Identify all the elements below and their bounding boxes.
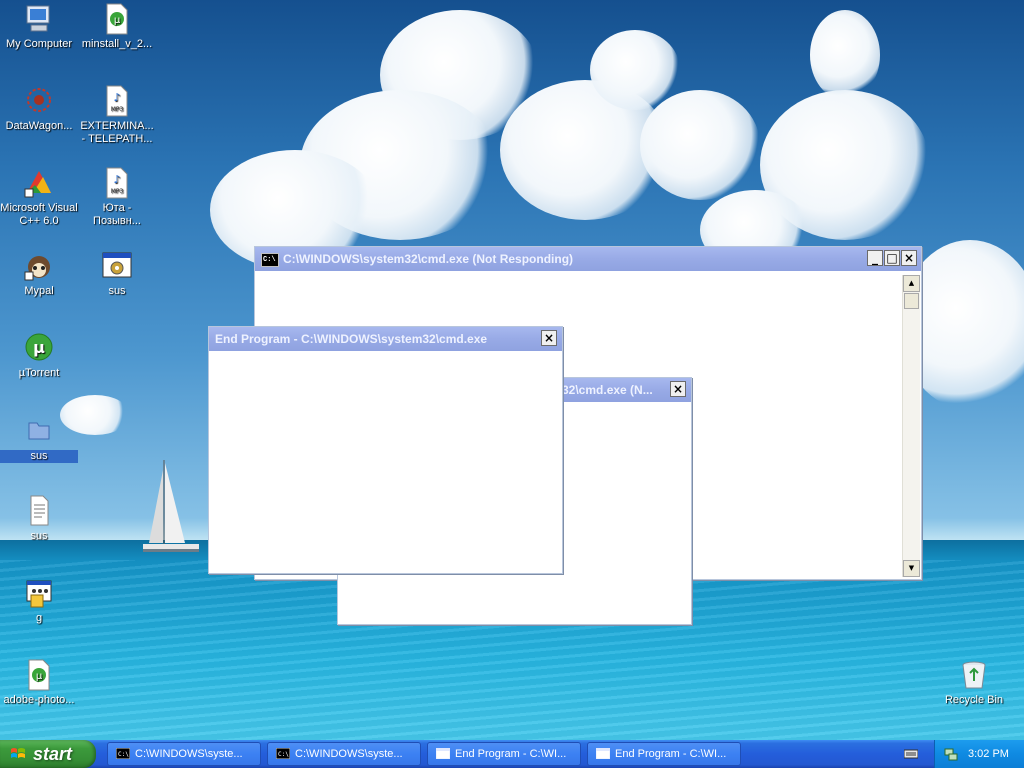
cmd-window-title: C:\WINDOWS\system32\cmd.exe (Not Respond… — [283, 252, 574, 266]
cmd-icon — [261, 248, 279, 271]
svg-text:MP3: MP3 — [111, 106, 124, 113]
end-program-back-title: 32\cmd.exe (N... — [562, 383, 653, 397]
clock[interactable]: 3:02 PM — [968, 740, 1009, 768]
desktop-icon-yuta[interactable]: ♪ MP3 Юта - Позывн... — [78, 167, 156, 228]
cmd-icon: C:\ — [116, 748, 130, 759]
desktop-icon-mypal[interactable]: Mypal — [0, 250, 78, 298]
close-button[interactable]: × — [541, 330, 557, 346]
taskbar-item-end-program-1[interactable]: End Program - C:\WI... — [427, 742, 581, 766]
sailboat-image — [143, 460, 199, 552]
desktop-icon-visual-cpp[interactable]: Microsoft Visual C++ 6.0 — [0, 167, 78, 228]
maximize-button[interactable]: □ — [884, 250, 900, 266]
mp3-file-icon: ♪ MP3 — [101, 85, 133, 117]
system-tray: 3:02 PM — [934, 740, 1024, 768]
desktop-icon-sus-text[interactable]: sus — [0, 495, 78, 543]
taskbar-item-cmd-1[interactable]: C:\ C:\WINDOWS\syste... — [107, 742, 261, 766]
end-program-titlebar[interactable]: End Program - C:\WINDOWS\system32\cmd.ex… — [209, 327, 562, 351]
my-computer-icon — [23, 3, 55, 35]
recycle-bin-icon — [958, 659, 990, 691]
window-icon — [436, 748, 450, 759]
svg-text:C:\: C:\ — [278, 751, 289, 758]
scroll-down-button[interactable]: ▼ — [903, 560, 920, 577]
mp3-file-icon: ♪ MP3 — [101, 167, 133, 199]
svg-text:MP3: MP3 — [111, 188, 124, 195]
application-icon — [101, 250, 133, 282]
desktop-icon-minstall[interactable]: µ minstall_v_2... — [78, 3, 156, 51]
cmd-icon: C:\ — [276, 748, 290, 759]
svg-text:C:\: C:\ — [118, 751, 129, 758]
svg-text:♪: ♪ — [113, 173, 120, 186]
taskbar-item-end-program-2[interactable]: End Program - C:\WI... — [587, 742, 741, 766]
mypal-browser-icon — [23, 250, 55, 282]
windows-logo-icon — [11, 748, 25, 758]
minimize-button[interactable]: _ — [867, 250, 883, 266]
desktop-icon-adobe-photo[interactable]: µ adobe-photo... — [0, 659, 78, 707]
utorrent-icon: µ — [23, 332, 55, 364]
desktop-icon-exterminatus[interactable]: ♪ MP3 EXTERMINA... - TELEPATH... — [78, 85, 156, 146]
taskbar: start C:\ C:\WINDOWS\syste... C:\ C:\WIN… — [0, 740, 1024, 768]
start-label: start — [33, 744, 73, 764]
datawagon-icon — [23, 85, 55, 117]
close-button[interactable]: × — [670, 381, 686, 397]
utorrent-file-icon: µ — [23, 659, 55, 691]
keyboard-icon[interactable] — [904, 747, 918, 759]
scroll-thumb[interactable] — [904, 293, 919, 309]
scroll-up-button[interactable]: ▲ — [903, 275, 920, 292]
network-icon[interactable] — [943, 746, 959, 762]
desktop-icon-sus-app[interactable]: sus — [78, 250, 156, 298]
end-program-title: End Program - C:\WINDOWS\system32\cmd.ex… — [215, 332, 488, 346]
svg-text:µ: µ — [36, 671, 43, 682]
batch-file-icon — [23, 577, 55, 609]
start-button[interactable]: start — [0, 740, 96, 768]
vertical-scrollbar[interactable]: ▲ ▼ — [902, 275, 920, 577]
visual-cpp-icon — [23, 167, 55, 199]
cmd-window-titlebar[interactable]: C:\WINDOWS\system32\cmd.exe (Not Respond… — [255, 247, 921, 271]
svg-text:µ: µ — [33, 338, 45, 357]
desktop-icon-datawagon[interactable]: DataWagon... — [0, 85, 78, 133]
taskbar-item-cmd-2[interactable]: C:\ C:\WINDOWS\syste... — [267, 742, 421, 766]
desktop-icon-sus-folder[interactable]: sus — [0, 415, 78, 463]
close-button[interactable]: × — [901, 250, 917, 266]
svg-text:♪: ♪ — [113, 91, 120, 104]
desktop-icon-my-computer[interactable]: My Computer — [0, 3, 78, 51]
folder-icon — [23, 415, 55, 447]
desktop-icon-recycle-bin[interactable]: Recycle Bin — [935, 659, 1013, 707]
end-program-dialog[interactable]: End Program - C:\WINDOWS\system32\cmd.ex… — [208, 326, 563, 574]
utorrent-file-icon: µ — [101, 3, 133, 35]
svg-text:µ: µ — [114, 15, 121, 26]
text-file-icon — [23, 495, 55, 527]
desktop-icon-g[interactable]: g — [0, 577, 78, 625]
desktop-icon-utorrent[interactable]: µ µTorrent — [0, 332, 78, 380]
window-icon — [596, 748, 610, 759]
